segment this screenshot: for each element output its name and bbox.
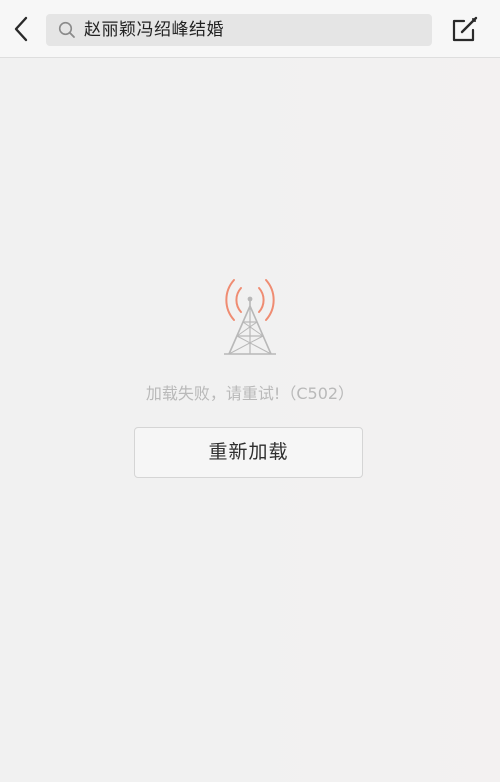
error-message: 加载失败，请重试!（C502） [145, 384, 355, 403]
compose-button[interactable] [450, 16, 480, 44]
chevron-left-icon [14, 16, 28, 42]
search-input[interactable]: 赵丽颖冯绍峰结婚 [46, 14, 432, 46]
compose-icon [452, 16, 478, 42]
back-button[interactable] [8, 14, 36, 44]
reload-button[interactable]: 重新加载 [134, 427, 363, 478]
search-icon [58, 21, 75, 38]
signal-tower-icon [224, 279, 276, 355]
content-area [0, 58, 500, 782]
search-query-text: 赵丽颖冯绍峰结婚 [84, 20, 224, 40]
top-bar: 赵丽颖冯绍峰结婚 [0, 0, 500, 58]
